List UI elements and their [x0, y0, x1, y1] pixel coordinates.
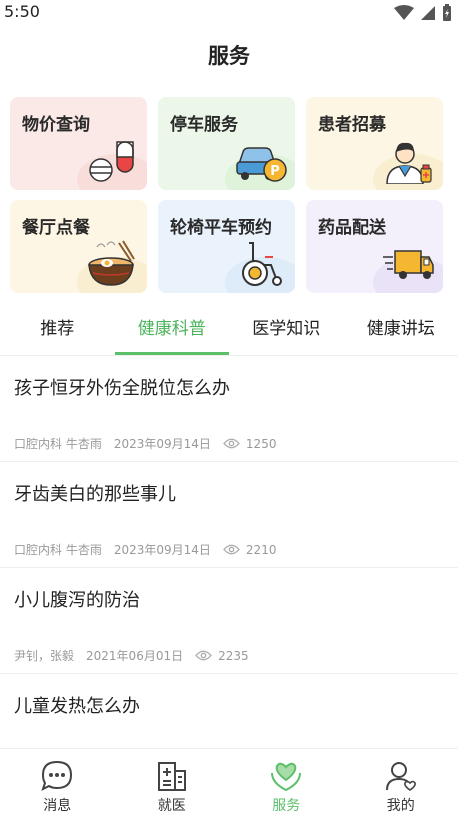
message-icon	[41, 760, 73, 791]
article-author: 口腔内科 牛杏雨	[14, 543, 102, 557]
service-card-label: 停车服务	[170, 115, 238, 135]
pill-icon	[89, 141, 134, 182]
category-tabs: 推荐 健康科普 医学知识 健康讲坛	[0, 305, 458, 355]
service-card-label: 餐厅点餐	[22, 218, 90, 238]
service-card-label: 患者招募	[318, 115, 386, 135]
signal-icon	[421, 6, 435, 20]
article-title: 儿童发热怎么办	[14, 696, 140, 717]
nav-item-messages[interactable]: 消息	[0, 749, 115, 820]
status-icons	[394, 4, 452, 22]
article-meta: 口腔内科 牛杏雨 2023年09月14日 1250	[14, 435, 276, 452]
bottom-nav: 消息 就医 服务 我的	[0, 748, 458, 820]
article-meta: 尹钊，张毅 2021年06月01日 2235	[14, 647, 249, 664]
service-card-label: 轮椅平车预约	[170, 218, 272, 238]
article-date: 2023年09月14日	[113, 437, 211, 451]
article-title: 小儿腹泻的防治	[14, 590, 140, 611]
service-card-patient-recruit[interactable]: 患者招募	[306, 97, 443, 190]
tab-medical-knowledge[interactable]: 医学知识	[229, 305, 344, 355]
list-item[interactable]: 孩子恒牙外伤全脱位怎么办 口腔内科 牛杏雨 2023年09月14日 1250	[0, 356, 458, 462]
article-meta: 口腔内科 牛杏雨 2023年09月14日 2210	[14, 541, 276, 558]
tab-health-lecture[interactable]: 健康讲坛	[344, 305, 458, 355]
eye-icon	[223, 544, 240, 555]
list-item[interactable]: 小儿腹泻的防治 尹钊，张毅 2021年06月01日 2235	[0, 568, 458, 674]
status-bar: 5:50	[0, 0, 458, 26]
svg-text:P: P	[270, 164, 280, 179]
battery-icon	[443, 4, 451, 21]
article-title: 孩子恒牙外伤全脱位怎么办	[14, 378, 230, 399]
article-views: 1250	[245, 436, 277, 451]
heart-hands-icon	[271, 762, 302, 792]
eye-icon	[223, 438, 240, 449]
eye-icon	[195, 650, 212, 661]
list-item[interactable]: 牙齿美白的那些事儿 口腔内科 牛杏雨 2023年09月14日 2210	[0, 462, 458, 568]
tab-health-science[interactable]: 健康科普	[114, 305, 230, 355]
nav-item-medical[interactable]: 就医	[115, 749, 230, 820]
service-card-label: 药品配送	[318, 218, 386, 238]
article-title: 牙齿美白的那些事儿	[14, 484, 176, 505]
delivery-truck-icon	[383, 250, 434, 279]
article-list: 孩子恒牙外伤全脱位怎么办 口腔内科 牛杏雨 2023年09月14日 1250 牙…	[0, 356, 458, 780]
service-card-label: 物价查询	[22, 115, 90, 135]
article-author: 尹钊，张毅	[14, 649, 75, 663]
service-card-parking[interactable]: 停车服务 P	[158, 97, 295, 190]
nav-label: 消息	[43, 798, 72, 814]
article-date: 2023年09月14日	[113, 543, 211, 557]
tab-recommend[interactable]: 推荐	[0, 305, 115, 355]
article-views: 2235	[218, 648, 249, 663]
wifi-icon	[394, 5, 414, 20]
service-card-drug-delivery[interactable]: 药品配送	[306, 200, 443, 293]
nav-label: 服务	[272, 798, 301, 814]
service-card-price-query[interactable]: 物价查询	[10, 97, 147, 190]
nav-label: 就医	[157, 798, 186, 814]
article-views: 2210	[245, 542, 277, 557]
car-parking-icon: P	[236, 147, 287, 182]
food-bowl-icon	[88, 240, 135, 286]
article-date: 2021年06月01日	[86, 649, 184, 663]
article-author: 口腔内科 牛杏雨	[14, 437, 102, 451]
hospital-icon	[157, 762, 186, 791]
nav-label: 我的	[386, 798, 415, 814]
service-grid: 物价查询 停车服务 P 患者招募 餐厅点餐 轮椅平车预约 药品配送	[10, 97, 444, 293]
nav-item-services[interactable]: 服务	[229, 749, 344, 820]
service-card-wheelchair[interactable]: 轮椅平车预约	[158, 200, 295, 293]
wheelchair-icon	[242, 242, 282, 286]
doctor-icon	[386, 142, 432, 184]
status-time: 5:50	[4, 2, 40, 21]
nav-item-profile[interactable]: 我的	[344, 749, 458, 820]
service-card-restaurant[interactable]: 餐厅点餐	[10, 200, 147, 293]
page-title: 服务	[208, 44, 250, 68]
user-icon	[385, 762, 416, 791]
